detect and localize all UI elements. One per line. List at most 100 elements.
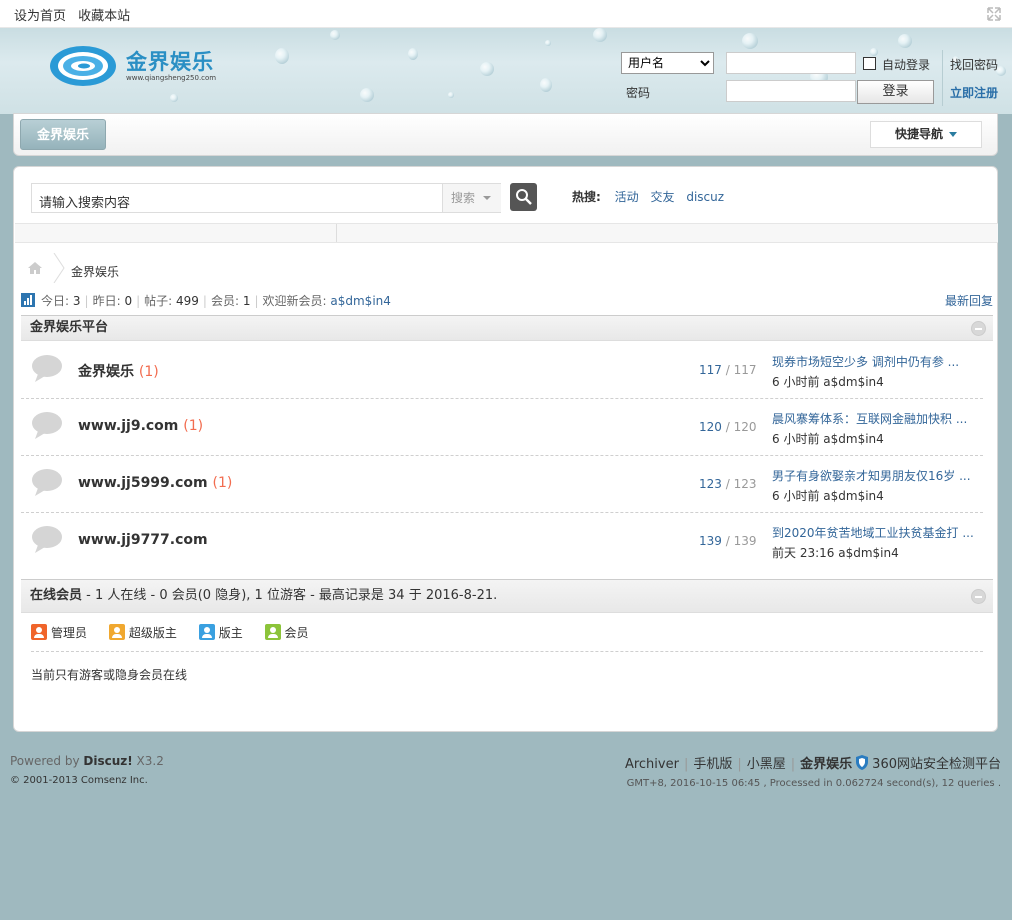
collapse-icon[interactable] (971, 589, 986, 604)
forum-posts: 139 (733, 534, 757, 548)
online-summary: - 1 人在线 - 0 会员(0 隐身), 1 位游客 - 最高记录是 34 于… (82, 588, 498, 603)
stats-today: 3 (72, 294, 81, 308)
main-nav: 金界娱乐 快捷导航 (13, 113, 998, 156)
hot-search-dating[interactable]: 交友 (650, 190, 674, 204)
moderator-user-icon (198, 624, 215, 640)
forum-name[interactable]: 金界娱乐 (78, 364, 134, 380)
legend-admin: 管理员 (31, 624, 87, 640)
site-logo[interactable]: 金界娱乐 www.qiangsheng250.com (48, 44, 218, 88)
last-post-user[interactable]: a$dm$in4 (838, 546, 899, 560)
forum-name[interactable]: www.jj9.com (78, 418, 178, 434)
breadcrumb-separator-icon (53, 253, 65, 283)
category-header: 金界娱乐平台 (21, 315, 993, 341)
search-input[interactable]: 请输入搜索内容 (39, 192, 130, 211)
search-icon (516, 189, 532, 205)
forgot-password-link[interactable]: 找回密码 (950, 56, 998, 73)
footer-mobile-link[interactable]: 手机版 (693, 757, 732, 772)
auto-login-label: 自动登录 (882, 58, 931, 72)
comsenz-link[interactable]: © 2001-2013 Comsenz Inc. (10, 775, 148, 786)
discuz-link[interactable]: Discuz! (83, 754, 132, 768)
password-input[interactable] (726, 80, 856, 102)
forum-posts: 117 (733, 363, 757, 377)
member-legend: 管理员 超级版主 版主 会员 (31, 624, 327, 641)
logo-brand: 金界娱乐 (126, 50, 214, 74)
forum-new-count: (1) (138, 364, 159, 380)
hot-search-discuz[interactable]: discuz (686, 190, 724, 204)
latest-reply-link[interactable]: 最新回复 (945, 292, 993, 309)
speech-bubble-icon (32, 355, 62, 382)
home-icon[interactable] (27, 261, 43, 275)
bookmark-link[interactable]: 收藏本站 (78, 9, 130, 24)
set-home-link[interactable]: 设为首页 (14, 9, 66, 24)
footer-right: Archiver | 手机版 | 小黑屋 | 金界娱乐 360网站安全检测平台 GMT+8, … (623, 753, 1001, 789)
forum-row: 金界娱乐 (1) 117 / 117 现券市场短空少多 调剂中仍有参 ... 6 … (21, 342, 983, 399)
footer-gmt: GMT+8, 2016-10-15 06:45 , Processed in 0… (626, 778, 1001, 789)
auto-login-checkbox[interactable] (863, 57, 876, 70)
search-type-label: 搜索 (451, 191, 476, 205)
last-post-title[interactable]: 现券市场短空少多 调剂中仍有参 ... (772, 353, 982, 370)
site-header: 金界娱乐 www.qiangsheng250.com 用户名 密码 自动登录 找… (0, 28, 1012, 114)
username-input[interactable] (726, 52, 856, 74)
last-post-title[interactable]: 晨风寨筹体系：互联网金融加快积 ... (772, 410, 982, 427)
last-post-user[interactable]: a$dm$in4 (823, 432, 884, 446)
search-box: 请输入搜索内容 搜索 (31, 183, 501, 213)
forum-new-count: (1) (212, 475, 233, 491)
last-post-title[interactable]: 到2020年贫苦地域工业扶贫基金打 ... (772, 524, 982, 541)
forum-name[interactable]: www.jj9777.com (78, 532, 208, 548)
nav-tab-home[interactable]: 金界娱乐 (20, 119, 106, 150)
online-title[interactable]: 在线会员 (30, 588, 82, 603)
logo-swirl-icon (50, 46, 116, 86)
hot-search-activity[interactable]: 活动 (615, 190, 639, 204)
main-content: 请输入搜索内容 搜索 热搜: 活动 交友 discuz 金界娱乐 今日: 3 | 昨… (13, 166, 998, 732)
login-type-select[interactable]: 用户名 (621, 52, 714, 74)
topbar: 设为首页 收藏本站 (0, 0, 1012, 28)
super-moderator-user-icon (108, 624, 125, 640)
forum-posts: 123 (733, 477, 757, 491)
newest-member-link[interactable]: a$dm$in4 (330, 294, 391, 308)
register-link[interactable]: 立即注册 (950, 84, 998, 101)
last-post-user[interactable]: a$dm$in4 (823, 489, 884, 503)
category-title[interactable]: 金界娱乐平台 (30, 320, 108, 335)
breadcrumb-current[interactable]: 金界娱乐 (71, 263, 119, 280)
search-type-select[interactable]: 搜索 (442, 184, 501, 212)
stats-text: 今日: 3 | 昨日: 0 | 帖子: 499 | 会员: 1 | 欢迎新会员: a$dm$in… (41, 294, 391, 308)
chevron-down-icon (483, 196, 491, 200)
login-divider (942, 50, 943, 106)
hot-search: 热搜: 活动 交友 discuz (572, 188, 732, 205)
footer-blacklist-link[interactable]: 小黑屋 (747, 757, 786, 772)
collapse-icon[interactable] (971, 321, 986, 336)
forum-posts: 120 (733, 420, 757, 434)
last-post-time: 6 小时前 (772, 375, 820, 389)
forum-threads: 117 (699, 363, 722, 377)
last-post-time: 6 小时前 (772, 489, 820, 503)
quick-nav-button[interactable]: 快捷导航 (870, 121, 982, 148)
speech-bubble-icon (32, 469, 62, 496)
forum-name[interactable]: www.jj5999.com (78, 475, 208, 491)
login-button[interactable]: 登录 (857, 80, 934, 104)
quick-nav-label: 快捷导航 (894, 127, 943, 141)
expand-icon[interactable] (986, 6, 1002, 22)
legend-member: 会员 (264, 624, 309, 640)
last-post-user[interactable]: a$dm$in4 (823, 375, 884, 389)
divider (31, 651, 983, 652)
footer-360-link[interactable]: 360网站安全检测平台 (872, 757, 1001, 772)
stats-members: 1 (242, 294, 251, 308)
password-label: 密码 (626, 86, 651, 100)
online-status-text: 当前只有游客或隐身会员在线 (31, 668, 188, 682)
legend-mod: 版主 (198, 624, 243, 640)
footer-left: Powered by Discuz! X3.2 © 2001-2013 Coms… (10, 754, 164, 786)
forum-row: www.jj9777.com 139 / 139 到2020年贫苦地域工业扶贫基… (21, 513, 983, 570)
stats-yesterday: 0 (124, 294, 133, 308)
hot-search-label: 热搜: (572, 190, 601, 204)
sub-nav (15, 223, 998, 243)
last-post-title[interactable]: 男子有身欲娶亲才知男朋友仅16岁 ... (772, 467, 982, 484)
search-button[interactable] (510, 183, 537, 211)
member-user-icon (264, 624, 281, 640)
footer-site-link[interactable]: 金界娱乐 (800, 757, 852, 772)
forum-threads: 120 (699, 420, 722, 434)
speech-bubble-icon (32, 526, 62, 553)
footer-archiver-link[interactable]: Archiver (625, 757, 679, 772)
last-post-time: 前天 23:16 (772, 546, 835, 560)
legend-super-mod: 超级版主 (108, 624, 177, 640)
breadcrumb: 金界娱乐 (27, 253, 987, 283)
